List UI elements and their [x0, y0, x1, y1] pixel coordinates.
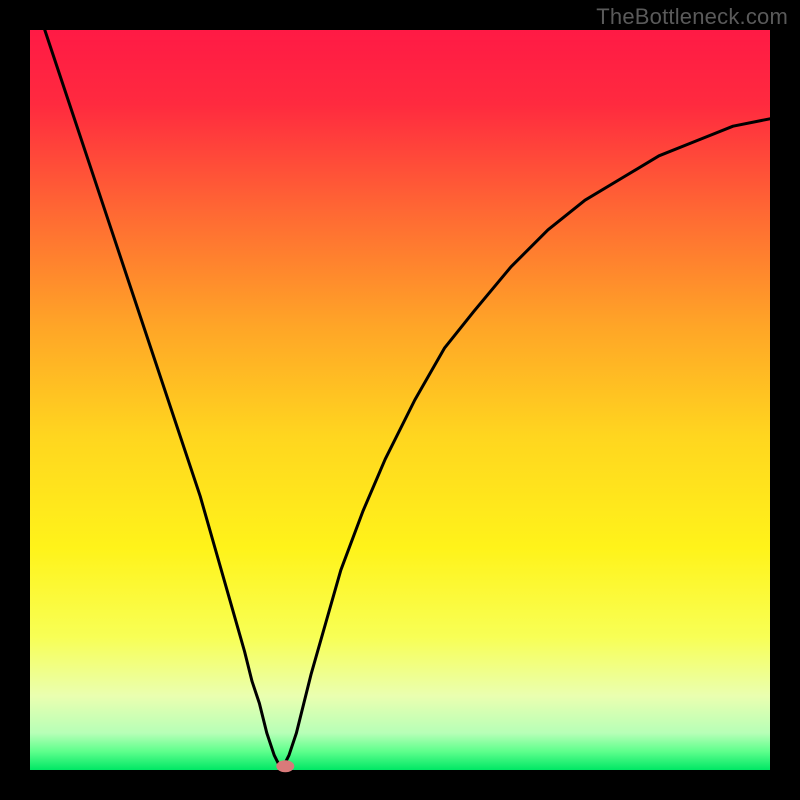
optimum-marker — [276, 760, 294, 772]
gradient-background — [30, 30, 770, 770]
watermark-text: TheBottleneck.com — [596, 4, 788, 30]
chart-stage: TheBottleneck.com — [0, 0, 800, 800]
bottleneck-chart — [0, 0, 800, 800]
